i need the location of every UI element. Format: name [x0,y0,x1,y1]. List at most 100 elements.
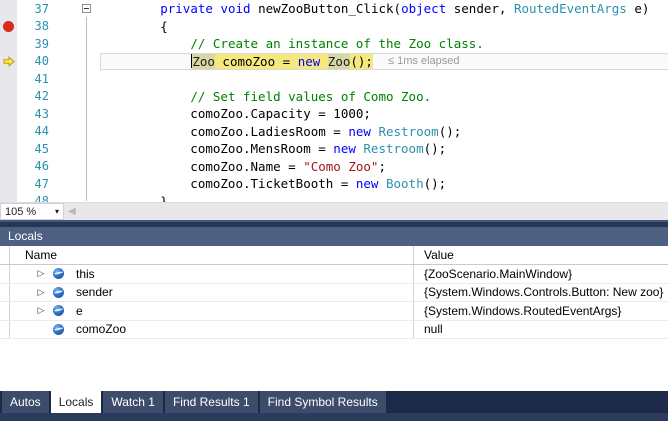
zoom-level-dropdown[interactable]: 105 % ▾ [0,203,64,220]
horizontal-scrollbar[interactable]: ◀ [64,203,668,220]
tab-find-symbol-results[interactable]: Find Symbol Results [260,391,386,413]
code-line[interactable]: 41 [0,70,668,88]
line-number: 39 [17,37,57,51]
breakpoint-gutter-cell[interactable] [0,70,17,88]
breakpoint-icon[interactable] [0,18,17,36]
code-text[interactable]: // Set field values of Como Zoo. [100,88,668,106]
scroll-left-arrow-icon[interactable]: ◀ [68,203,76,221]
status-strip [0,413,668,421]
fold-column [57,18,100,36]
line-number: 46 [17,159,57,173]
code-token: Restroom [378,124,438,139]
line-number: 40 [17,54,57,68]
fold-column [57,140,100,158]
zoom-level-value: 105 % [5,206,55,218]
code-line[interactable]: 38 { [0,18,668,36]
editor-bottom-bar: 105 % ▾ ◀ [0,202,668,220]
expand-arrow-icon[interactable]: ▷ [35,287,47,298]
tab-watch-1[interactable]: Watch 1 [103,391,163,413]
fold-column [57,193,100,203]
tab-locals[interactable]: Locals [51,391,102,413]
code-text[interactable]: { [100,18,668,36]
line-number: 47 [17,177,57,191]
fold-column [57,35,100,53]
breakpoint-gutter-cell[interactable] [0,193,17,203]
breakpoint-gutter-cell[interactable] [0,123,17,141]
breakpoint-icon[interactable] [3,21,14,32]
code-text[interactable]: comoZoo.MensRoom = new Restroom(); [100,140,668,158]
locals-row[interactable]: ▷e{System.Windows.RoutedEventArgs} [0,302,668,321]
locals-empty-area [0,339,668,391]
locals-value-cell[interactable]: {ZooScenario.MainWindow} [414,265,668,283]
current-statement-arrow-icon[interactable] [0,53,17,71]
code-line[interactable]: 44 comoZoo.LadiesRoom = new Restroom(); [0,123,668,141]
locals-row[interactable]: ▷comoZoonull [0,321,668,340]
fold-column [57,175,100,193]
code-token [101,54,191,69]
code-token: (); [439,124,462,139]
fold-column [57,158,100,176]
column-header-value[interactable]: Value [414,246,668,264]
code-line[interactable]: 48 } [0,193,668,203]
expand-arrow-icon[interactable]: ▷ [35,268,47,279]
variable-icon [53,305,64,316]
locals-name-cell[interactable]: ▷e [10,302,414,320]
current-statement-arrow-icon [3,56,15,67]
code-text[interactable]: comoZoo.Capacity = 1000; [100,105,668,123]
code-editor[interactable]: 37 private void newZooButton_Click(objec… [0,0,668,202]
locals-name-cell[interactable]: ▷this [10,265,414,283]
code-token: new [348,124,371,139]
locals-value-cell[interactable]: {System.Windows.Controls.Button: New zoo… [414,284,668,302]
code-text[interactable]: comoZoo.TicketBooth = new Booth(); [100,175,668,193]
tab-autos[interactable]: Autos [2,391,49,413]
expand-arrow-icon[interactable]: ▷ [35,305,47,316]
locals-name-cell[interactable]: ▷comoZoo [10,321,414,339]
code-text[interactable]: } [100,193,668,203]
breakpoint-gutter-cell[interactable] [0,105,17,123]
code-token: object [401,1,446,16]
locals-value-cell[interactable]: {System.Windows.RoutedEventArgs} [414,302,668,320]
collapse-region-icon[interactable] [82,4,91,13]
code-line[interactable]: 43 comoZoo.Capacity = 1000; [0,105,668,123]
line-number: 41 [17,72,57,86]
fold-column [57,105,100,123]
code-token: e) [627,1,650,16]
code-line[interactable]: 39 // Create an instance of the Zoo clas… [0,35,668,53]
column-header-name[interactable]: Name [10,246,414,264]
code-token: new [333,141,356,156]
code-line[interactable]: 47 comoZoo.TicketBooth = new Booth(); [0,175,668,193]
breakpoint-gutter-cell[interactable] [0,140,17,158]
breakpoint-gutter-cell[interactable] [0,175,17,193]
locals-row[interactable]: ▷this{ZooScenario.MainWindow} [0,265,668,284]
code-line[interactable]: 46 comoZoo.Name = "Como Zoo"; [0,158,668,176]
breakpoint-gutter-cell[interactable] [0,158,17,176]
code-text[interactable]: Zoo comoZoo = new Zoo(); ≤ 1ms elapsed [100,53,668,71]
code-line[interactable]: 40 Zoo comoZoo = new Zoo(); ≤ 1ms elapse… [0,53,668,71]
locals-value-cell[interactable]: null [414,321,668,339]
code-token: "Como Zoo" [303,159,378,174]
line-number: 48 [17,194,57,202]
breakpoint-gutter-cell[interactable] [0,35,17,53]
code-text[interactable]: // Create an instance of the Zoo class. [100,35,668,53]
code-text[interactable] [100,70,668,88]
code-token: Zoo [328,54,351,69]
code-line[interactable]: 37 private void newZooButton_Click(objec… [0,0,668,18]
panel-separator[interactable] [0,220,668,227]
code-text[interactable]: comoZoo.LadiesRoom = new Restroom(); [100,123,668,141]
variable-name: comoZoo [76,322,126,336]
fold-column [57,123,100,141]
breakpoint-gutter-cell[interactable] [0,88,17,106]
fold-column [57,70,100,88]
breakpoint-gutter-cell[interactable] [0,0,17,18]
code-token: Booth [386,176,424,191]
tab-find-results-1[interactable]: Find Results 1 [165,391,258,413]
locals-row[interactable]: ▷sender{System.Windows.Controls.Button: … [0,284,668,303]
code-line[interactable]: 42 // Set field values of Como Zoo. [0,88,668,106]
code-line[interactable]: 45 comoZoo.MensRoom = new Restroom(); [0,140,668,158]
code-token: ; [378,159,386,174]
code-token: void [220,1,250,16]
code-text[interactable]: comoZoo.Name = "Como Zoo"; [100,158,668,176]
code-text[interactable]: private void newZooButton_Click(object s… [100,0,668,18]
locals-name-cell[interactable]: ▷sender [10,284,414,302]
row-gutter [0,321,10,339]
